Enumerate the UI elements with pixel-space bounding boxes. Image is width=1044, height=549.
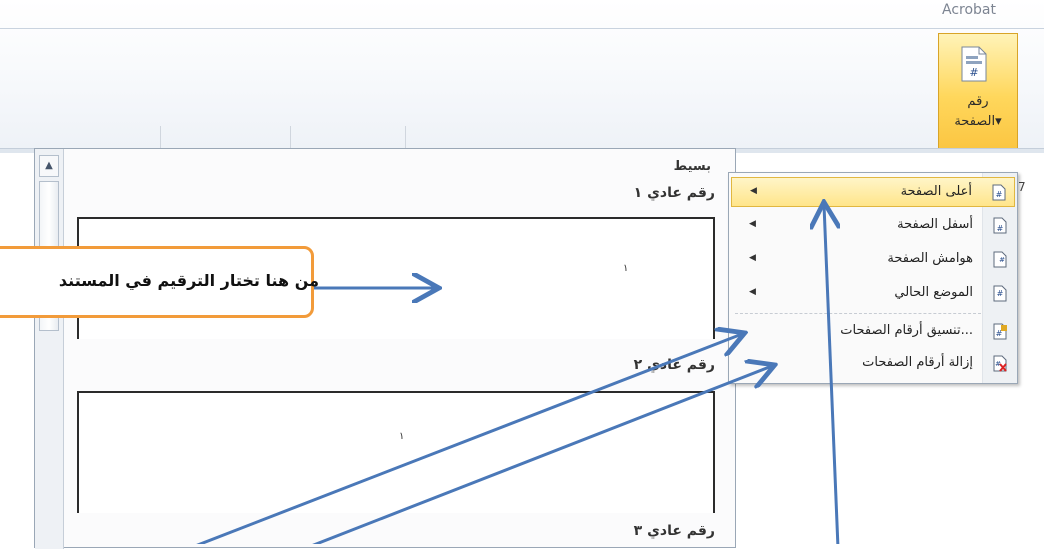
arrow-to-format-item — [196, 334, 742, 544]
annotation-arrows — [196, 0, 1044, 544]
arrow-to-remove-item — [312, 366, 772, 544]
arrow-to-bottom-item — [824, 205, 838, 544]
